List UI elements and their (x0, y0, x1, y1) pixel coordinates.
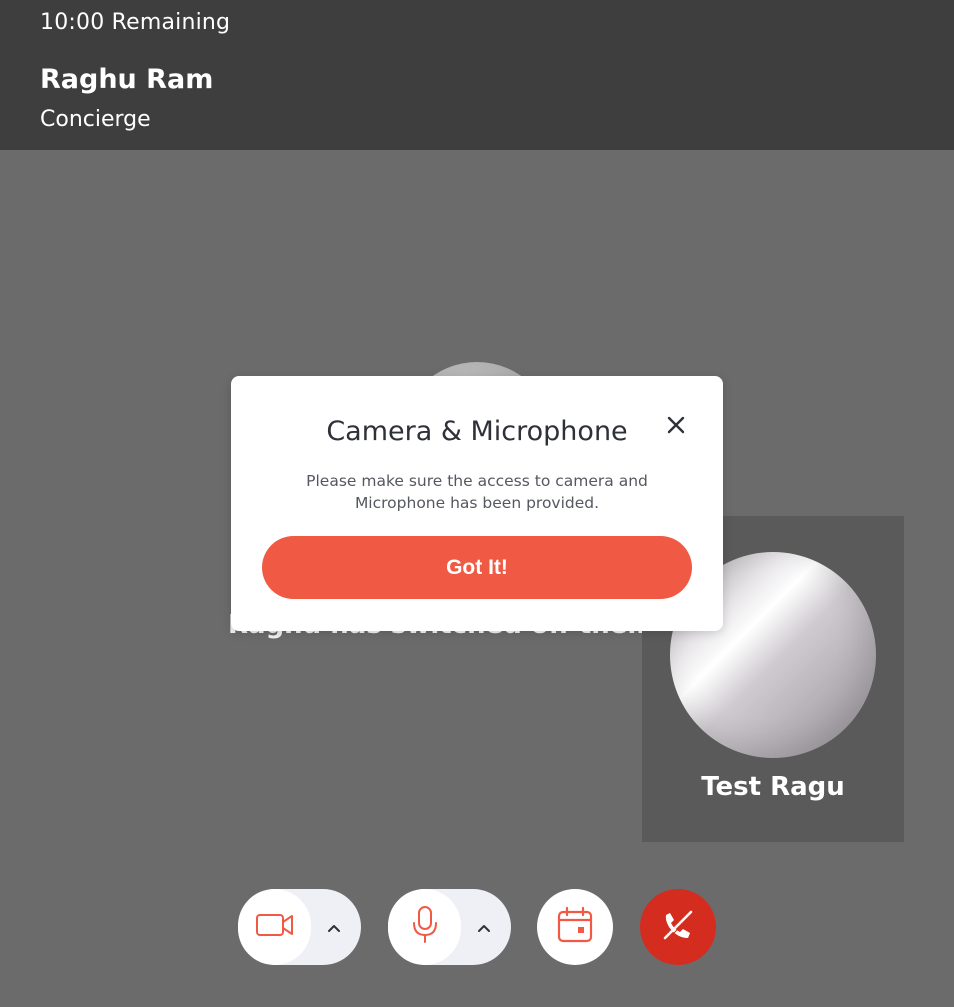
time-remaining: 10:00 Remaining (40, 10, 231, 35)
calendar-button[interactable] (537, 889, 613, 965)
host-name: Raghu Ram (40, 64, 214, 95)
chevron-up-icon (327, 918, 341, 937)
call-header: 10:00 Remaining Raghu Ram Concierge (0, 0, 954, 150)
microphone-icon (410, 905, 440, 949)
phone-off-icon (660, 907, 696, 947)
end-call-button[interactable] (640, 889, 716, 965)
camera-options-button[interactable] (318, 911, 350, 943)
microphone-toggle-button[interactable] (388, 889, 461, 965)
calendar-icon (556, 906, 594, 948)
got-it-button[interactable]: Got It! (262, 536, 692, 599)
camera-toggle-button[interactable] (238, 889, 311, 965)
close-icon[interactable] (661, 410, 691, 440)
self-name: Test Ragu (701, 772, 845, 802)
camera-control (238, 889, 361, 965)
microphone-control (388, 889, 511, 965)
chevron-up-icon (477, 918, 491, 937)
permission-dialog: Camera & Microphone Please make sure the… (231, 376, 723, 631)
host-role: Concierge (40, 107, 151, 132)
video-call-page: 10:00 Remaining Raghu Ram Concierge Ragh… (0, 0, 954, 1007)
video-camera-icon (255, 911, 295, 943)
microphone-options-button[interactable] (468, 911, 500, 943)
dialog-title: Camera & Microphone (326, 416, 628, 447)
dialog-message: Please make sure the access to camera an… (306, 472, 648, 512)
